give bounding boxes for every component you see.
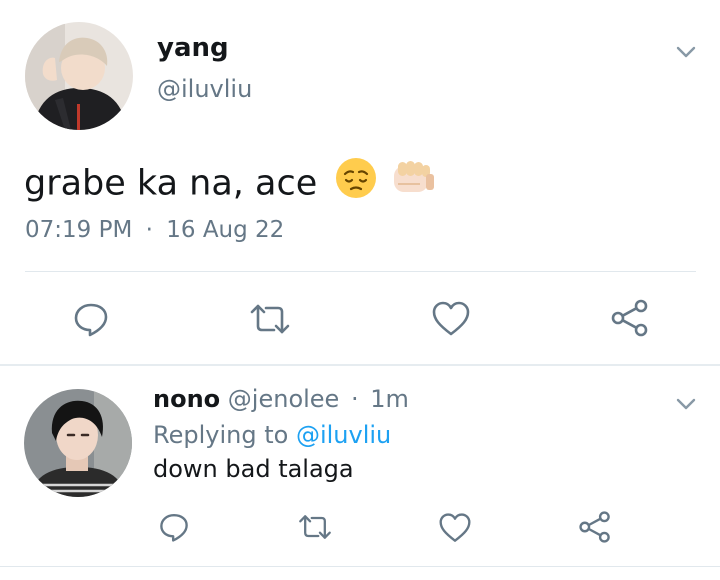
user-handle[interactable]: @iluvliu [157,74,252,104]
tweet-text: grabe ka na, ace [24,156,438,213]
display-name[interactable]: yang [157,33,229,63]
like-icon[interactable] [431,300,471,338]
reply-header: nono @jenolee · 1m [153,384,409,414]
reply-reply-icon[interactable] [158,511,190,543]
avatar-nono[interactable] [24,389,132,497]
share-icon[interactable] [610,298,650,338]
replying-to-link[interactable]: @iluvliu [296,421,391,449]
replying-to-prefix: Replying to [153,421,289,449]
reply-retweet-icon[interactable] [297,513,333,541]
replying-to-line: Replying to @iluvliu [153,420,391,450]
divider-thread [0,364,720,366]
reply-text: down bad talaga [153,455,354,483]
reply-separator: · [350,385,359,413]
reply-icon[interactable] [72,300,110,338]
timestamp-separator: · [145,217,153,243]
tweet-date: 16 Aug 22 [166,217,285,243]
reply-display-name[interactable]: nono [153,385,220,413]
reply-chevron-down-icon[interactable] [674,392,698,416]
tweet-time: 07:19 PM [25,217,133,243]
divider-main [25,271,696,272]
fist-bump-icon [390,156,438,213]
retweet-icon[interactable] [248,302,292,336]
tweet-timestamp: 07:19 PM · 16 Aug 22 [25,215,284,245]
pensive-face-icon [334,156,378,213]
reply-like-icon[interactable] [438,512,472,544]
tweet-text-body: grabe ka na, ace [24,163,318,204]
divider-bottom [0,566,720,567]
avatar-yang[interactable] [25,22,133,130]
reply-handle[interactable]: @jenolee [228,385,340,413]
reply-share-icon[interactable] [578,510,612,544]
chevron-down-icon[interactable] [674,40,698,64]
reply-age: 1m [370,385,409,413]
